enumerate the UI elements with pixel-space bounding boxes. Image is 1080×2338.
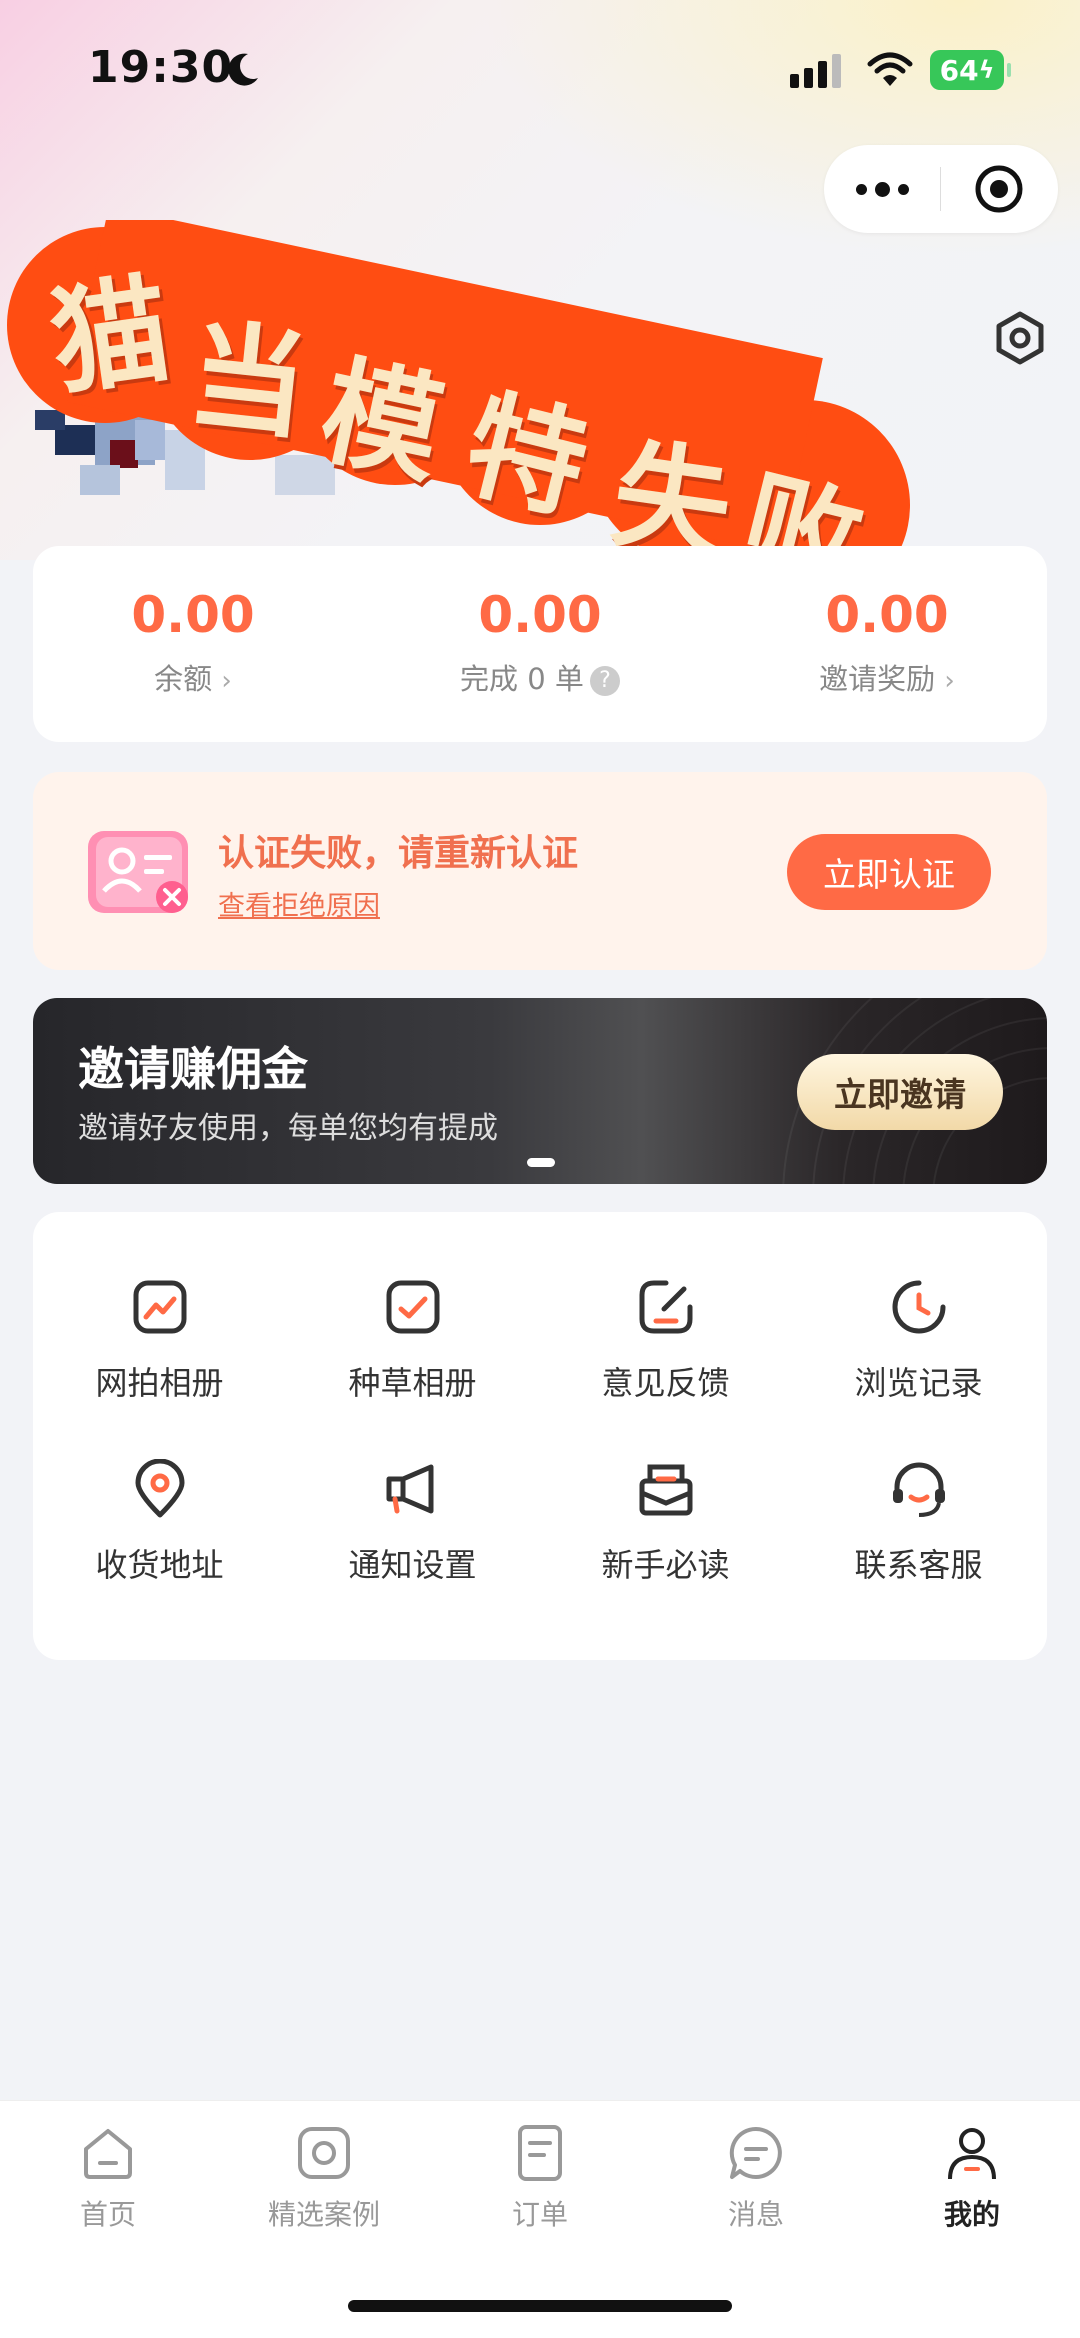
chevron-right-icon: › — [944, 666, 955, 696]
headset-icon — [892, 1462, 945, 1517]
tab-profile[interactable]: 我的 — [864, 2123, 1080, 2233]
feedback-icon — [639, 1280, 692, 1334]
verify-now-button[interactable]: 立即认证 — [787, 834, 991, 910]
banner-char: 猫 — [42, 259, 179, 413]
verification-title: 认证失败，请重新认证 — [218, 833, 579, 874]
grid-item-notification[interactable]: 通知设置 — [286, 1454, 539, 1586]
profile-icon — [948, 2128, 996, 2180]
completed-label: 完成 0 单 — [460, 662, 584, 696]
status-time: 19:30 — [88, 42, 234, 93]
megaphone-icon — [386, 1464, 433, 1514]
invite-reward-value: 0.00 — [825, 586, 949, 644]
verification-card: 认证失败，请重新认证 查看拒绝原因 立即认证 — [33, 772, 1047, 970]
home-indicator[interactable] — [348, 2300, 732, 2312]
wifi-icon — [867, 52, 913, 86]
grid-item-customer-service[interactable]: 联系客服 — [792, 1454, 1045, 1586]
album-photo-icon — [133, 1280, 186, 1334]
grid-label: 网拍相册 — [95, 1364, 224, 1402]
invite-title: 邀请赚佣金 — [78, 1042, 308, 1096]
home-icon — [84, 2129, 132, 2179]
chevron-right-icon: › — [221, 666, 232, 696]
grid-label: 意见反馈 — [601, 1364, 730, 1402]
banner-char: 特 — [452, 374, 601, 537]
invite-now-button[interactable]: 立即邀请 — [797, 1054, 1003, 1130]
help-question-icon[interactable]: ? — [589, 666, 620, 696]
grid-item-history[interactable]: 浏览记录 — [792, 1272, 1045, 1404]
invite-subtitle: 邀请好友使用，每单您均有提成 — [78, 1111, 498, 1146]
settings-gear-icon[interactable] — [992, 310, 1048, 366]
tab-cases[interactable]: 精选案例 — [216, 2123, 432, 2233]
grid-item-web-album[interactable]: 网拍相册 — [33, 1272, 286, 1404]
tab-label: 订单 — [511, 2198, 568, 2231]
completed-value: 0.00 — [478, 586, 602, 644]
signal-icon — [790, 54, 841, 88]
grid-label: 浏览记录 — [854, 1364, 983, 1402]
message-icon — [729, 2126, 782, 2179]
invite-reward-label: 邀请奖励 — [819, 662, 936, 696]
invite-banner[interactable]: 邀请赚佣金 邀请好友使用，每单您均有提成 立即邀请 — [33, 998, 1047, 1184]
status-bar: 19:30 64 ϟ — [0, 0, 1080, 140]
tab-orders[interactable]: 订单 — [432, 2123, 648, 2233]
history-clock-icon — [892, 1280, 945, 1334]
stat-invite-reward[interactable]: 0.00 邀请奖励 › — [727, 586, 1047, 698]
verify-failed-icon — [88, 831, 188, 913]
location-pin-icon — [135, 1459, 184, 1518]
mail-open-icon — [639, 1464, 692, 1516]
banner-char: 当 — [182, 306, 314, 456]
battery-indicator: 64 ϟ — [930, 50, 1011, 90]
banner-char: 模 — [309, 341, 454, 501]
tab-home[interactable]: 首页 — [0, 2123, 216, 2233]
tab-label: 消息 — [727, 2198, 784, 2231]
moon-icon — [228, 53, 258, 86]
charging-bolt-icon: ϟ — [978, 56, 995, 84]
grid-label: 新手必读 — [601, 1546, 730, 1584]
stats-card: 0.00 余额 › 0.00 完成 0 单? 0.00 邀请奖励 › — [33, 546, 1047, 742]
grid-label: 收货地址 — [95, 1546, 224, 1584]
target-icon[interactable] — [941, 145, 1057, 233]
grid-label: 通知设置 — [348, 1546, 477, 1584]
battery-level: 64 — [939, 53, 979, 87]
tab-label: 首页 — [79, 2198, 136, 2231]
grid-label: 种草相册 — [348, 1364, 477, 1402]
function-grid: 网拍相册 种草相册 意见反馈 浏览记录 收货地址 通知设置 新手必读 联系客服 — [33, 1212, 1047, 1660]
tab-messages[interactable]: 消息 — [648, 2123, 864, 2233]
grid-item-guide[interactable]: 新手必读 — [539, 1454, 792, 1586]
stat-completed[interactable]: 0.00 完成 0 单? — [380, 586, 700, 698]
grid-item-feedback[interactable]: 意见反馈 — [539, 1272, 792, 1404]
balance-label: 余额 — [154, 662, 213, 696]
order-doc-icon — [518, 2125, 562, 2181]
grid-label: 联系客服 — [854, 1546, 983, 1584]
tab-label: 我的 — [943, 2198, 1000, 2231]
view-reject-reason-link[interactable]: 查看拒绝原因 — [218, 884, 380, 923]
balance-value: 0.00 — [131, 586, 255, 644]
album-check-icon — [386, 1280, 439, 1334]
carousel-indicator — [527, 1158, 555, 1167]
tab-label: 精选案例 — [267, 2198, 380, 2231]
stat-balance[interactable]: 0.00 余额 › — [33, 586, 353, 698]
grid-item-address[interactable]: 收货地址 — [33, 1454, 286, 1586]
camera-icon — [298, 2127, 350, 2179]
grid-item-seed-album[interactable]: 种草相册 — [286, 1272, 539, 1404]
